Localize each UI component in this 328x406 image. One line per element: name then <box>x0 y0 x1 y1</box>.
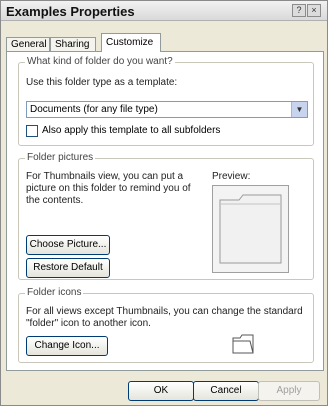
preview-label: Preview: <box>212 171 251 182</box>
close-button[interactable]: × <box>307 4 321 17</box>
tab-customize[interactable]: Customize <box>101 33 161 52</box>
folder-icons-description: For all views except Thumbnails, you can… <box>26 306 303 329</box>
folder-icon <box>219 194 282 264</box>
folder-icons-group-label: Folder icons <box>25 287 84 298</box>
ok-button[interactable]: OK <box>128 381 194 401</box>
change-icon-button[interactable]: Change Icon... <box>26 336 108 356</box>
chevron-down-icon[interactable]: ▼ <box>291 102 307 117</box>
tab-sharing[interactable]: Sharing <box>50 37 96 52</box>
template-label: Use this folder type as a template: <box>26 77 178 88</box>
cancel-button[interactable]: Cancel <box>193 381 259 401</box>
folder-template-select[interactable]: Documents (for any file type) ▼ <box>26 101 308 118</box>
customize-panel: What kind of folder do you want? Use thi… <box>6 51 324 371</box>
window-title: Examples Properties <box>6 4 135 19</box>
apply-button[interactable]: Apply <box>258 381 320 401</box>
folder-pictures-group-label: Folder pictures <box>25 152 96 163</box>
help-button[interactable]: ? <box>292 4 306 17</box>
apply-subfolders-checkbox[interactable] <box>26 125 38 137</box>
title-bar[interactable]: Examples Properties ? × <box>1 1 327 21</box>
preview-box <box>212 185 289 273</box>
tab-general[interactable]: General <box>6 37 50 52</box>
folder-template-value: Documents (for any file type) <box>30 104 158 115</box>
folder-type-group-label: What kind of folder do you want? <box>25 56 175 67</box>
properties-dialog: Examples Properties ? × General Sharing … <box>0 0 328 406</box>
apply-subfolders-label[interactable]: Also apply this template to all subfolde… <box>42 125 220 136</box>
choose-picture-button[interactable]: Choose Picture... <box>26 235 110 255</box>
folder-icon <box>232 334 254 354</box>
folder-icons-group: Folder icons For all views except Thumbn… <box>18 287 314 363</box>
restore-default-button[interactable]: Restore Default <box>26 258 110 278</box>
folder-pictures-group: Folder pictures For Thumbnails view, you… <box>18 152 314 280</box>
folder-type-group: What kind of folder do you want? Use thi… <box>18 56 314 146</box>
folder-pictures-description: For Thumbnails view, you can put a pictu… <box>26 171 191 206</box>
